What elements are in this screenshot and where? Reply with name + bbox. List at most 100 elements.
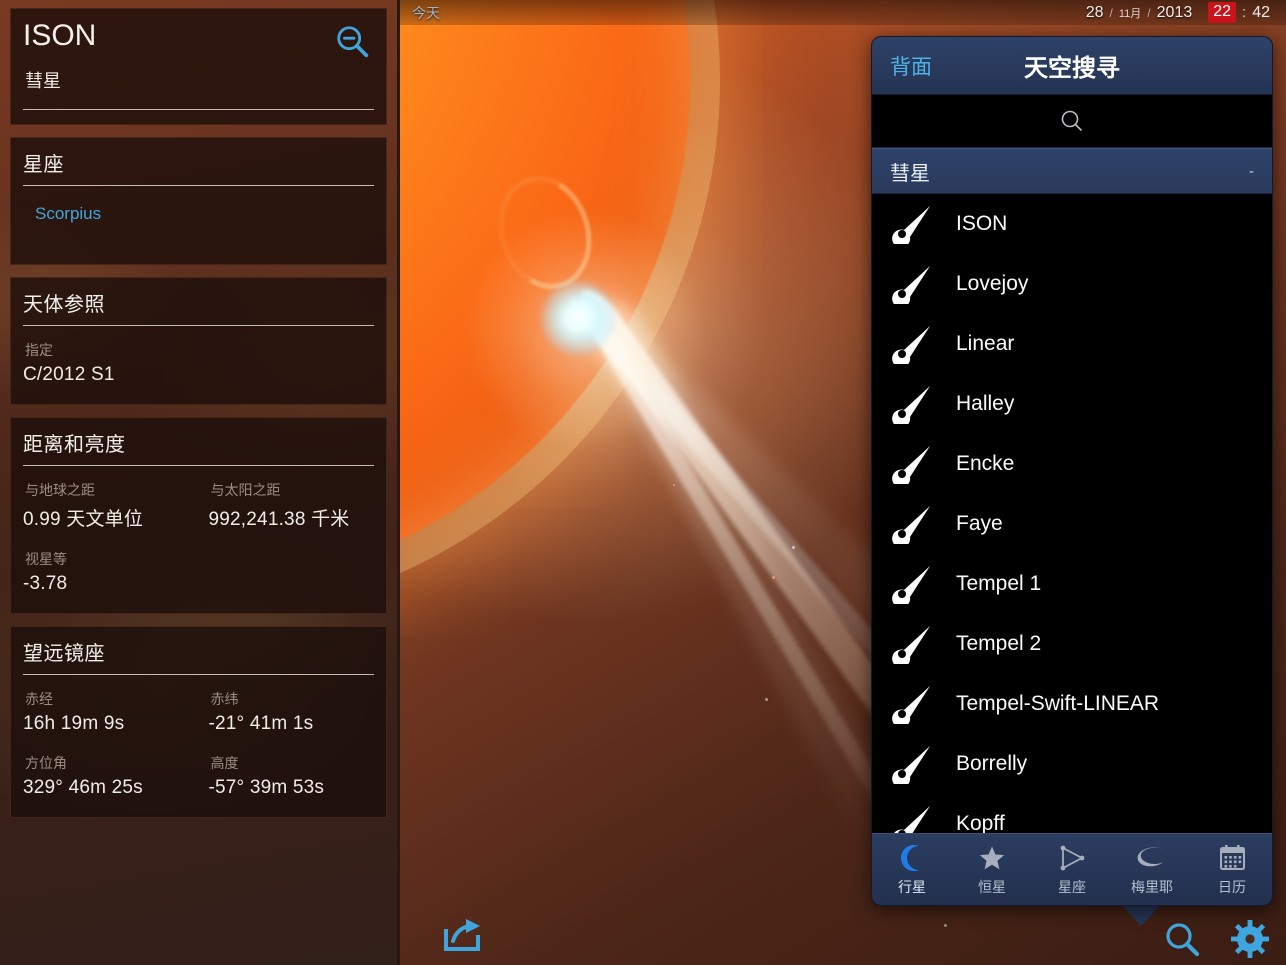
section-value: - — [1249, 162, 1254, 180]
right-ascension-value: 16h 19m 9s — [23, 713, 125, 734]
list-item-label: Linear — [956, 332, 1015, 355]
earth-distance-group: 与地球之距 0.99 天文单位 — [23, 466, 199, 535]
telescope-coordinates-card: 望远镜座 赤经 16h 19m 9s 赤纬 -21° 41m 1s 方位角 32… — [10, 626, 387, 818]
list-item-label: Tempel 2 — [956, 632, 1042, 655]
bottom-toolbar — [1162, 919, 1270, 959]
list-item[interactable]: Faye — [872, 494, 1272, 554]
date-time-bar: 今天 28 / 11月 / 2013 22 : 42 — [400, 0, 1286, 25]
ra-dec-row: 赤经 16h 19m 9s 赤纬 -21° 41m 1s — [23, 675, 374, 739]
distance-row: 与地球之距 0.99 天文单位 与太阳之距 992,241.38 千米 — [23, 466, 374, 535]
list-item[interactable]: Tempel 2 — [872, 614, 1272, 674]
list-item[interactable]: Lovejoy — [872, 254, 1272, 314]
tab-stars[interactable]: 恒星 — [952, 834, 1032, 905]
earth-distance-value: 0.99 天文单位 — [23, 509, 144, 530]
constellation-card: 星座 Scorpius — [10, 137, 387, 265]
star-speck — [944, 924, 947, 927]
comet-icon — [892, 746, 930, 784]
list-item[interactable]: Encke — [872, 434, 1272, 494]
today-label[interactable]: 今天 — [412, 3, 440, 23]
comet-icon — [892, 446, 930, 484]
list-item[interactable]: Linear — [872, 314, 1272, 374]
tab-planets[interactable]: 行星 — [872, 834, 952, 905]
list-item-label: ISON — [956, 212, 1008, 235]
comet-icon — [892, 386, 930, 424]
comet-icon — [892, 266, 930, 304]
tab-label: 梅里耶 — [1131, 878, 1173, 895]
magnifier-minus-icon[interactable] — [334, 23, 372, 61]
constellation-icon — [1057, 843, 1087, 873]
declination-value: -21° 41m 1s — [208, 713, 314, 734]
section-header-comets[interactable]: 彗星 - — [872, 148, 1272, 194]
search-field[interactable] — [872, 95, 1272, 148]
constellation-card-title: 星座 — [23, 154, 64, 176]
star-speck — [673, 484, 675, 486]
comet-icon — [892, 506, 930, 544]
time-hour[interactable]: 22 — [1208, 2, 1237, 23]
tab-constellations[interactable]: 星座 — [1032, 834, 1112, 905]
date-separator: / — [1147, 5, 1151, 20]
moon-icon — [897, 843, 927, 873]
altitude-group: 高度 -57° 39m 53s — [199, 739, 375, 803]
right-ascension-group: 赤经 16h 19m 9s — [23, 675, 199, 739]
magnitude-label: 视星等 — [25, 551, 67, 567]
object-type-label: 彗星 — [25, 71, 61, 91]
date-year[interactable]: 2013 — [1157, 4, 1193, 22]
designation-card: 天体参照 指定 C/2012 S1 — [10, 277, 387, 405]
date-time-display: 28 / 11月 / 2013 22 : 42 — [1086, 2, 1270, 23]
list-item[interactable]: Tempel-Swift-LINEAR — [872, 674, 1272, 734]
tab-label: 日历 — [1218, 878, 1246, 895]
search-icon[interactable] — [1162, 919, 1202, 959]
popover-tab-bar: 行星 恒星 星座 梅里耶 日历 — [872, 833, 1272, 905]
sun-distance-label: 与太阳之距 — [210, 482, 281, 498]
share-icon[interactable] — [440, 915, 486, 955]
comet-icon — [892, 206, 930, 244]
app-root: 今天 28 / 11月 / 2013 22 : 42 ISON 彗星 星座 Sc… — [0, 0, 1286, 965]
date-month[interactable]: 11月 — [1119, 5, 1141, 21]
declination-label: 赤纬 — [210, 691, 239, 707]
list-item-label: Tempel-Swift-LINEAR — [956, 692, 1160, 715]
list-item-label: Faye — [956, 512, 1003, 535]
tab-label: 星座 — [1058, 878, 1086, 895]
time-minute[interactable]: 42 — [1252, 4, 1270, 22]
comet-nucleus — [540, 280, 616, 356]
search-icon — [1061, 110, 1082, 131]
list-item[interactable]: Kopff — [872, 794, 1272, 833]
back-button[interactable]: 背面 — [890, 51, 932, 81]
section-label: 彗星 — [890, 162, 930, 185]
list-item[interactable]: ISON — [872, 194, 1272, 254]
azimuth-value: 329° 46m 25s — [23, 777, 143, 798]
object-info-panel: ISON 彗星 星座 Scorpius 天体参照 指定 C/2012 S1 距离… — [0, 0, 400, 965]
star-speck — [772, 576, 775, 579]
comet-icon — [892, 626, 930, 664]
list-item-label: Kopff — [956, 812, 1005, 833]
designation-value: C/2012 S1 — [23, 364, 115, 385]
time-colon: : — [1242, 4, 1247, 21]
altitude-label: 高度 — [210, 755, 239, 771]
sky-search-popover: 背面 天空搜寻 彗星 - ISON Lovejoy Linear Halley … — [871, 36, 1273, 906]
comet-list[interactable]: ISON Lovejoy Linear Halley Encke Faye Te… — [872, 194, 1272, 833]
declination-group: 赤纬 -21° 41m 1s — [199, 675, 375, 739]
comet-icon — [894, 806, 930, 833]
list-item-label: Encke — [956, 452, 1015, 475]
tab-calendar[interactable]: 日历 — [1192, 834, 1272, 905]
page-title: ISON — [23, 19, 97, 52]
list-item-label: Borrelly — [956, 752, 1028, 775]
list-item[interactable]: Tempel 1 — [872, 554, 1272, 614]
tab-messier[interactable]: 梅里耶 — [1112, 834, 1192, 905]
distance-card-title: 距离和亮度 — [23, 434, 126, 456]
date-day[interactable]: 28 — [1086, 4, 1104, 22]
constellation-link[interactable]: Scorpius — [23, 186, 374, 250]
list-item-label: Tempel 1 — [956, 572, 1042, 595]
list-item-label: Halley — [956, 392, 1015, 415]
divider — [23, 109, 374, 110]
comet-icon — [892, 686, 930, 724]
star-speck — [792, 546, 795, 549]
azimuth-label: 方位角 — [25, 755, 67, 771]
designation-label: 指定 — [25, 342, 53, 358]
tab-label: 恒星 — [978, 878, 1006, 895]
gear-icon[interactable] — [1230, 919, 1270, 959]
calendar-icon — [1219, 843, 1246, 873]
list-item[interactable]: Halley — [872, 374, 1272, 434]
list-item[interactable]: Borrelly — [872, 734, 1272, 794]
popover-header: 背面 天空搜寻 — [872, 37, 1272, 95]
